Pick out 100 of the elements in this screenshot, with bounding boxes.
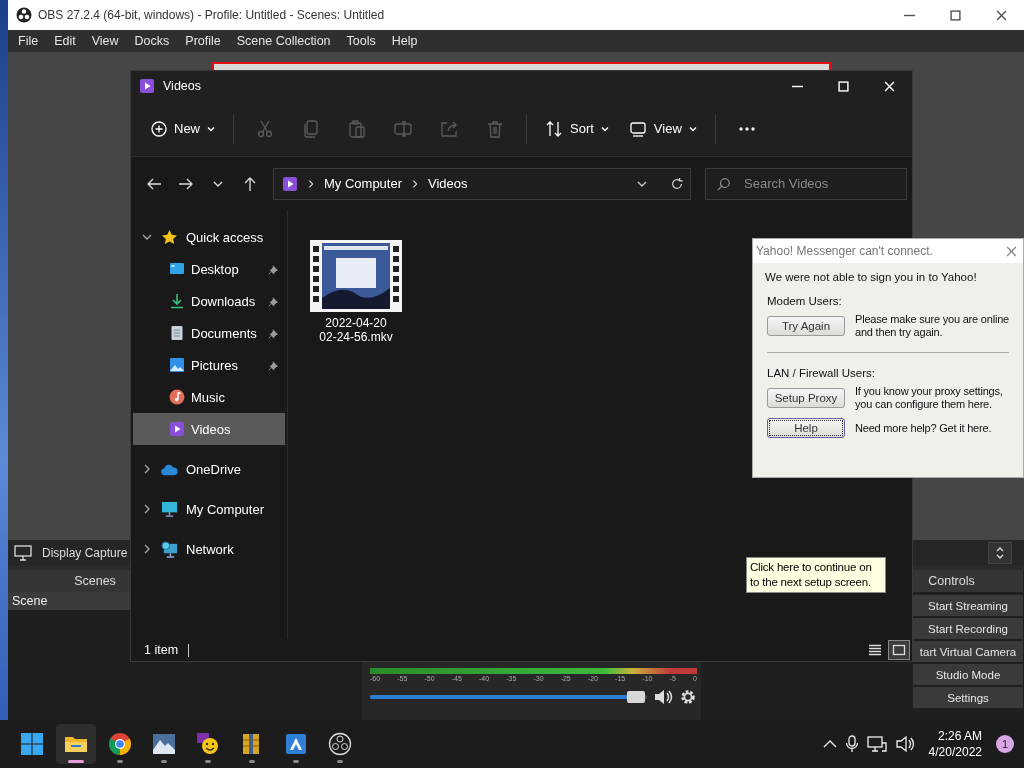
new-button[interactable]: New [143, 111, 223, 146]
maximize-icon [837, 80, 849, 92]
slider-thumb[interactable] [626, 691, 645, 703]
music-note-icon [169, 389, 185, 405]
picture-icon [169, 357, 185, 373]
nav-item[interactable]: My Computer [133, 493, 285, 525]
nav-item[interactable]: Quick access [133, 221, 285, 253]
search-field[interactable]: Search Videos [705, 167, 907, 200]
view-mode-button[interactable] [888, 640, 910, 660]
nav-item[interactable]: Desktop [133, 253, 285, 285]
smiley-icon [196, 732, 220, 756]
windows-start-icon [21, 733, 43, 755]
video-folder-icon [169, 421, 185, 437]
volume-icon[interactable] [894, 735, 915, 753]
menu-item[interactable]: Docks [126, 34, 178, 48]
view-icon [628, 119, 647, 138]
clock-date[interactable]: 4/20/2022 [928, 744, 982, 760]
close-icon [1005, 245, 1017, 257]
network-icon[interactable] [866, 735, 887, 753]
nav-item[interactable]: Videos [133, 413, 285, 445]
clock-time[interactable]: 2:26 AM [937, 728, 982, 744]
desktop-icon [169, 261, 185, 277]
nav-item[interactable]: Music [133, 381, 285, 413]
view-button[interactable]: View [620, 111, 705, 146]
breadcrumb[interactable]: Videos [428, 176, 468, 191]
caret-icon [688, 125, 697, 132]
caret-icon [207, 125, 215, 132]
section-heading: Modem Users: [767, 295, 843, 307]
menu-item[interactable]: Tools [338, 34, 384, 48]
control-button[interactable]: Start Streaming [913, 595, 1023, 616]
more-icon [737, 125, 756, 132]
nav-item[interactable]: OneDrive [133, 453, 285, 485]
plus-circle-icon [151, 120, 167, 137]
nav-item[interactable]: Network [133, 533, 285, 565]
nav-item[interactable]: Documents [133, 317, 285, 349]
item-count: 1 item [144, 643, 179, 657]
spin-arrows-icon [995, 545, 1005, 560]
speaker-icon [653, 688, 673, 706]
up-arrow-icon [242, 175, 258, 192]
close-icon [883, 80, 895, 92]
microphone-icon[interactable] [844, 735, 859, 753]
nav-item[interactable]: Pictures [133, 349, 285, 381]
file-name[interactable]: 2022-04-20 02-24-56.mkv [318, 316, 394, 344]
chevron-up-icon[interactable] [822, 739, 837, 749]
refresh-icon [670, 176, 684, 191]
control-button[interactable]: Settings [913, 687, 1023, 708]
tooltip: Click here to continue on to the next setup screen. [746, 557, 886, 593]
menu-item[interactable]: Profile [177, 34, 229, 48]
menu-item[interactable]: Scene Collection [228, 34, 339, 48]
close-icon [995, 9, 1007, 21]
control-button[interactable]: Studio Mode [913, 664, 1023, 685]
caret-icon [600, 125, 609, 132]
video-folder-icon [139, 78, 155, 94]
control-button[interactable]: Start Recording [913, 618, 1023, 639]
scene-item[interactable]: Scene [8, 592, 130, 610]
dialog-button[interactable]: Setup Proxy [767, 388, 845, 408]
sort-button[interactable]: Sort [537, 111, 617, 146]
control-button[interactable]: tart Virtual Camera [913, 641, 1023, 662]
dialog-button[interactable]: Try Again [767, 316, 845, 336]
scissors-icon [256, 119, 274, 138]
window-title: Videos [163, 79, 202, 93]
network-monitor-icon [161, 540, 178, 558]
address-bar[interactable]: My Computer Videos [273, 167, 691, 200]
menu-item[interactable]: Help [383, 34, 426, 48]
dialog-button[interactable]: Help [767, 418, 845, 438]
taskbar-app-button[interactable] [56, 724, 96, 764]
chevron-right-icon [306, 178, 316, 189]
section-heading: LAN / Firewall Users: [767, 367, 876, 379]
details-view-icon [868, 644, 882, 656]
large-icons-view-icon [892, 644, 906, 656]
search-icon [717, 176, 731, 191]
sort-icon [545, 119, 563, 138]
breadcrumb[interactable]: My Computer [324, 176, 403, 191]
settings-icon [679, 688, 697, 706]
video-thumbnail[interactable] [310, 240, 402, 312]
clipboard-icon [348, 119, 366, 138]
button-description: If you know your proxy settings, you can configure them here. [855, 385, 1004, 411]
rename-icon [394, 119, 412, 138]
notification-badge[interactable]: 1 [996, 735, 1014, 753]
spin-button[interactable] [988, 541, 1012, 564]
source-name: Display Capture [42, 545, 128, 560]
menu-item[interactable]: File [10, 34, 47, 48]
maximize-icon [949, 9, 961, 21]
button-description: Need more help? Get it here. [855, 421, 993, 435]
dialog-message: We were not able to sign you in to Yahoo! [765, 271, 978, 283]
menu-item[interactable]: Edit [46, 34, 84, 48]
share-icon [440, 119, 458, 138]
browser-icon [108, 732, 132, 756]
menu-item[interactable]: View [83, 34, 127, 48]
window-title: OBS 27.2.4 (64-bit, windows) - Profile: Untitled - Scenes: Untitled [38, 8, 386, 22]
dialog-title: Yahoo! Messenger can't connect. [756, 244, 934, 258]
trash-icon [486, 119, 504, 138]
button-description: Please make sure you are online and then try again. [855, 313, 1010, 339]
download-icon [169, 293, 185, 309]
document-icon [169, 325, 185, 341]
nav-item[interactable]: Downloads [133, 285, 285, 317]
computer-monitor-icon [161, 500, 178, 518]
monitor-icon [14, 544, 32, 561]
copy-icon [302, 119, 320, 138]
obs-logo-icon [328, 732, 352, 756]
